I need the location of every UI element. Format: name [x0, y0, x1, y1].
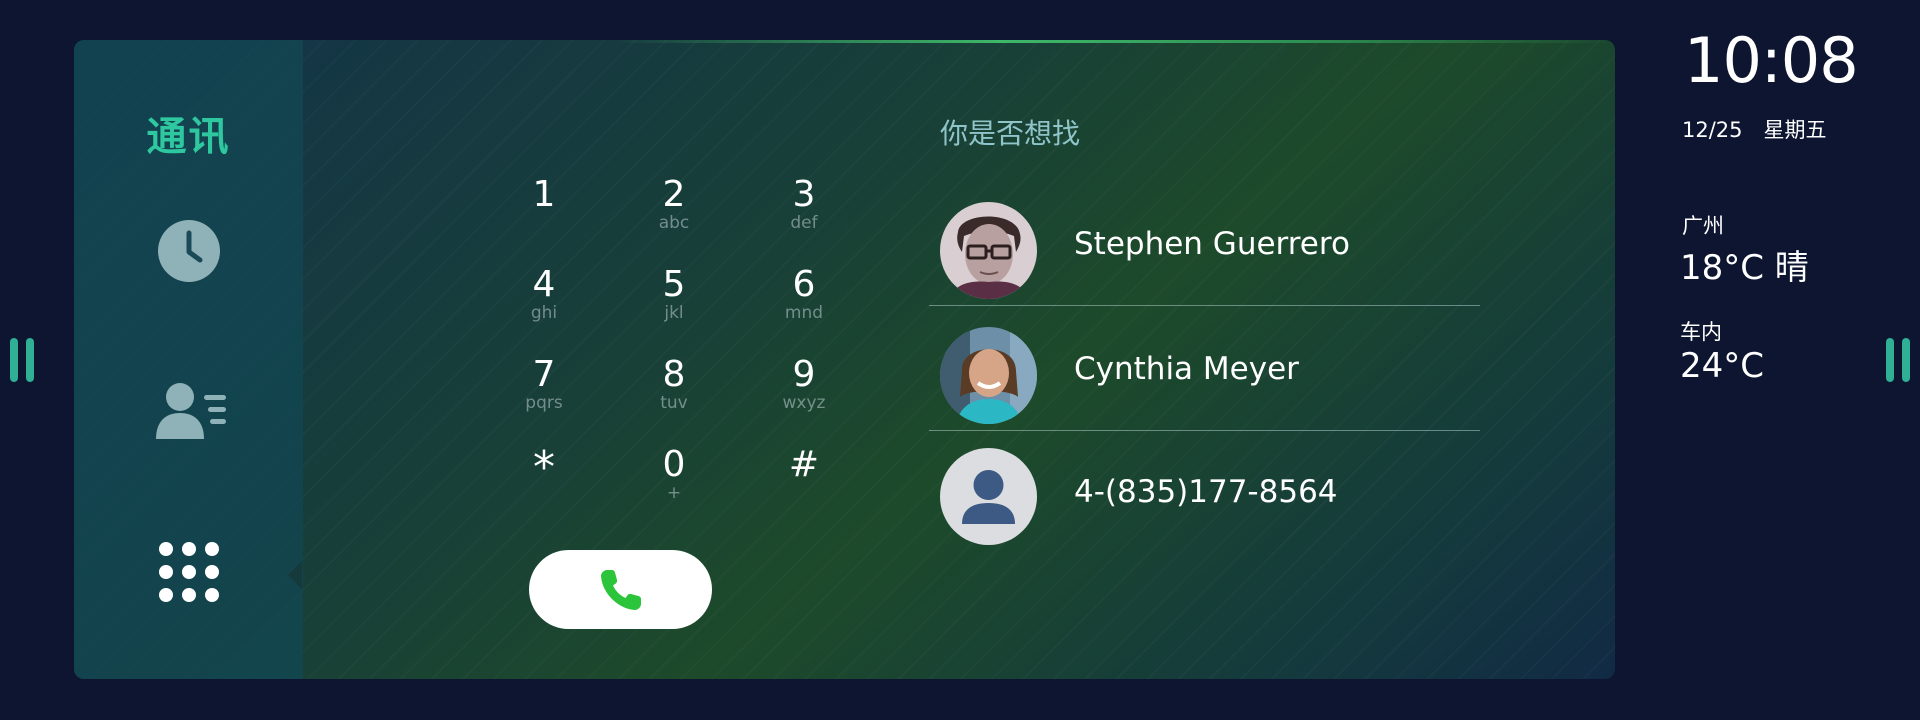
avatar [940, 448, 1037, 545]
key-letters: + [666, 483, 682, 503]
key-9[interactable]: 9 wxyz [749, 355, 859, 425]
row-divider [929, 430, 1480, 431]
cabin-temp: 24°C [1680, 346, 1765, 386]
clock-icon [158, 220, 220, 282]
suggestion-row[interactable]: 4-(835)177-8564 [929, 432, 1480, 556]
key-5[interactable]: 5 jkl [619, 265, 729, 335]
contact-name: Cynthia Meyer [1074, 351, 1299, 387]
default-person-icon [940, 448, 1037, 545]
key-8[interactable]: 8 tuv [619, 355, 729, 425]
key-7[interactable]: 7 pqrs [489, 355, 599, 425]
key-digit: 3 [792, 174, 816, 215]
left-edge-handle[interactable] [10, 338, 34, 382]
key-0[interactable]: 0 + [619, 445, 729, 515]
row-divider [929, 305, 1480, 306]
key-letters: abc [658, 213, 690, 233]
photo-avatar-cynthia [940, 327, 1037, 424]
key-2[interactable]: 2 abc [619, 175, 729, 245]
key-star[interactable]: * [489, 445, 599, 515]
key-digit: 8 [662, 354, 686, 395]
key-digit: 9 [792, 354, 816, 395]
dialpad-icon [159, 542, 219, 602]
key-digit: 6 [792, 264, 816, 305]
photo-avatar-stephen [940, 202, 1037, 299]
key-4[interactable]: 4 ghi [489, 265, 599, 335]
key-digit: 7 [532, 354, 556, 395]
key-3[interactable]: 3 def [749, 175, 859, 245]
sidebar: 通讯 [74, 40, 303, 679]
contacts-icon [156, 383, 226, 439]
sidebar-item-dialpad[interactable] [154, 537, 224, 607]
avatar [940, 202, 1037, 299]
weather-city: 广州 [1682, 214, 1724, 238]
key-digit: 2 [662, 174, 686, 215]
key-digit: 1 [532, 174, 556, 215]
sidebar-title: 通讯 [146, 114, 231, 160]
panel-top-accent-line [74, 40, 1615, 43]
key-hash[interactable]: # [749, 445, 859, 515]
phone-icon [600, 569, 641, 610]
suggestions-title: 你是否想找 [940, 117, 1081, 150]
key-letters: pqrs [525, 393, 563, 413]
key-letters: mnd [784, 303, 824, 323]
weather-temp: 18°C 晴 [1680, 248, 1809, 288]
key-letters: tuv [660, 393, 688, 413]
contact-number: 4-(835)177-8564 [1074, 474, 1338, 510]
key-1[interactable]: 1 [489, 175, 599, 245]
call-button[interactable] [529, 550, 712, 629]
active-item-pointer [288, 561, 302, 589]
suggestion-row[interactable]: Stephen Guerrero [929, 182, 1480, 306]
sidebar-item-contacts[interactable] [154, 375, 226, 445]
key-6[interactable]: 6 mnd [749, 265, 859, 335]
key-letters: jkl [664, 303, 684, 323]
key-digit: 5 [662, 264, 686, 305]
key-digit: 4 [532, 264, 556, 305]
key-digit: 0 [662, 444, 686, 485]
key-letters: def [790, 213, 818, 233]
clock-time: 10:08 [1684, 24, 1859, 97]
key-digit: # [788, 444, 820, 485]
key-digit: * [533, 442, 555, 493]
cabin-label: 车内 [1680, 320, 1722, 344]
right-edge-handle[interactable] [1886, 338, 1910, 382]
key-letters: ghi [530, 303, 558, 323]
sidebar-item-history[interactable] [154, 216, 224, 286]
avatar [940, 327, 1037, 424]
date-weekday: 12/25 星期五 [1682, 118, 1827, 142]
key-letters: wxyz [782, 393, 826, 413]
contact-name: Stephen Guerrero [1074, 226, 1350, 262]
phone-panel: 通讯 1 2 abc 3 def 4 ghi 5 jkl 6 mnd 7 pqr… [74, 40, 1615, 679]
suggestion-row[interactable]: Cynthia Meyer [929, 307, 1480, 431]
